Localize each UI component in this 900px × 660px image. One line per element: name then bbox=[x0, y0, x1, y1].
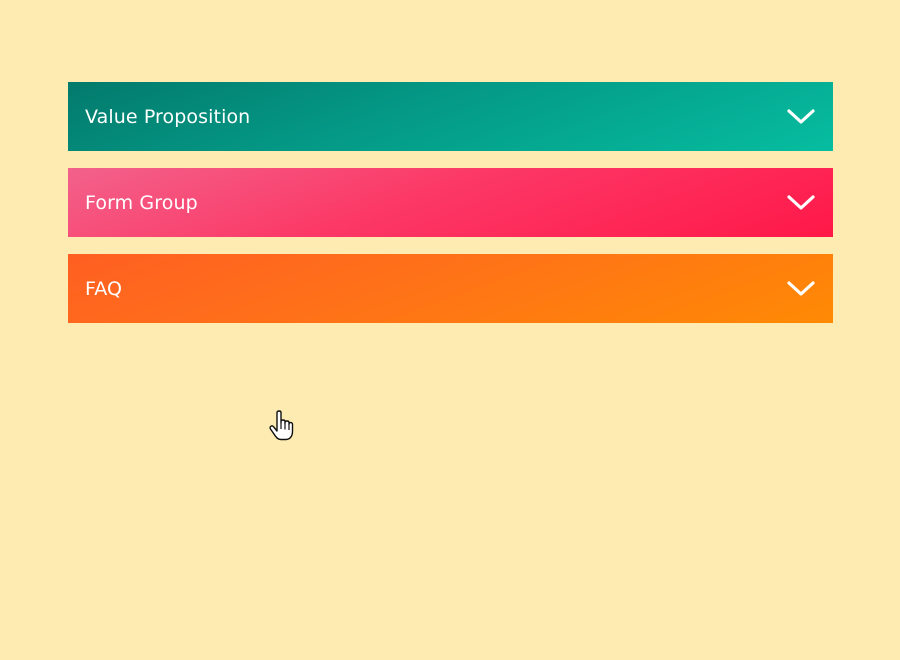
accordion: Value Proposition Form Group FAQ bbox=[68, 82, 833, 340]
accordion-header-value-proposition[interactable]: Value Proposition bbox=[68, 82, 833, 151]
accordion-header-label: FAQ bbox=[85, 277, 123, 300]
accordion-header-form-group[interactable]: Form Group bbox=[68, 168, 833, 237]
accordion-header-label: Value Proposition bbox=[85, 105, 251, 128]
hand-pointer-icon bbox=[269, 410, 294, 441]
chevron-down-icon[interactable] bbox=[786, 280, 816, 298]
accordion-header-faq[interactable]: FAQ bbox=[68, 254, 833, 323]
chevron-down-icon[interactable] bbox=[786, 194, 816, 212]
accordion-header-label: Form Group bbox=[85, 191, 198, 214]
chevron-down-icon[interactable] bbox=[786, 108, 816, 126]
